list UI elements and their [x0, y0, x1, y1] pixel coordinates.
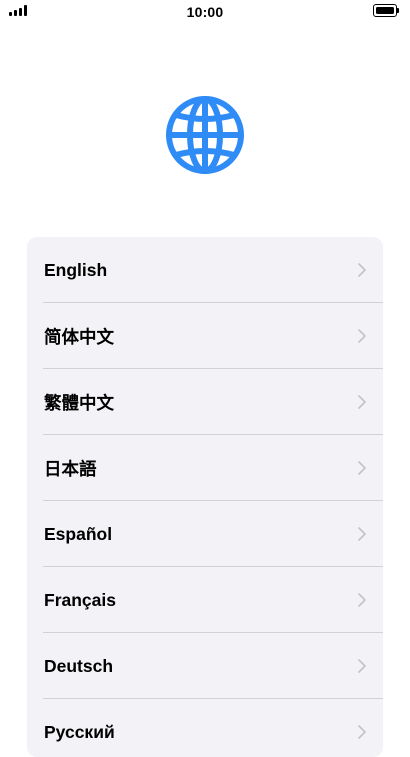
language-item-french[interactable]: Français	[27, 567, 383, 633]
language-label: English	[44, 259, 108, 280]
language-item-spanish[interactable]: Español	[27, 501, 383, 567]
chevron-right-icon	[358, 725, 366, 739]
language-item-german[interactable]: Deutsch	[27, 633, 383, 699]
chevron-right-icon	[358, 659, 366, 673]
language-item-japanese[interactable]: 日本語	[27, 435, 383, 501]
language-label: Русский	[44, 721, 115, 742]
battery-icon	[373, 4, 401, 17]
language-label: 繁體中文	[44, 392, 114, 413]
language-item-simplified-chinese[interactable]: 简体中文	[27, 303, 383, 369]
language-label: Español	[44, 523, 113, 544]
globe-icon	[166, 96, 244, 174]
chevron-right-icon	[358, 593, 366, 607]
chevron-right-icon	[358, 461, 366, 475]
chevron-right-icon	[358, 329, 366, 343]
language-item-russian[interactable]: Русский	[27, 699, 383, 757]
chevron-right-icon	[358, 395, 366, 409]
status-time: 10:00	[186, 4, 224, 20]
language-item-english[interactable]: English	[27, 237, 383, 303]
language-list: English 简体中文 繁體中文 日本語 Español Français D…	[27, 237, 383, 757]
status-bar: 10:00	[0, 0, 410, 24]
language-item-traditional-chinese[interactable]: 繁體中文	[27, 369, 383, 435]
chevron-right-icon	[358, 263, 366, 277]
language-label: 日本語	[44, 458, 97, 479]
language-label: 简体中文	[44, 326, 114, 347]
language-label: Deutsch	[44, 655, 114, 676]
chevron-right-icon	[358, 527, 366, 541]
language-label: Français	[44, 589, 116, 610]
